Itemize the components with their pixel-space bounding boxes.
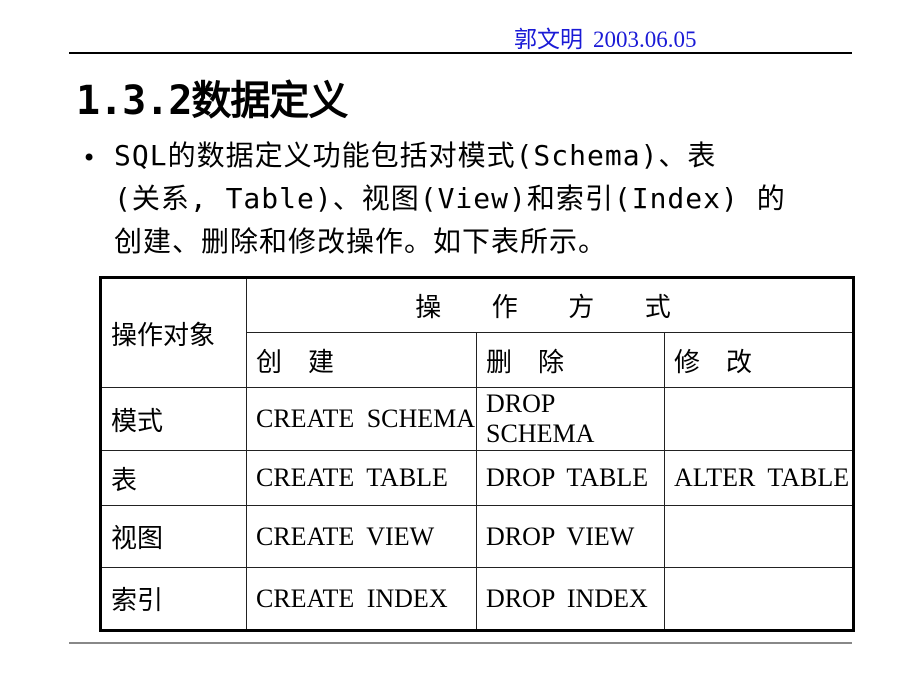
drop-header-cell: 删 除 [476, 332, 665, 388]
author-date-header: 郭文明 2003.06.05 [514, 20, 697, 54]
object-cell: 模式 [100, 387, 247, 451]
author-name: 郭文明 [514, 27, 583, 52]
table-row: 表 CREATE TABLE DROP TABLE ALTER TABLE [100, 450, 854, 506]
object-cell: 索引 [100, 567, 247, 631]
bullet-item: • SQL的数据定义功能包括对模式(Schema)、表 (关系, Table)、… [82, 134, 862, 263]
drop-cell: DROP TABLE [476, 450, 665, 506]
object-header-cell: 操作对象 [100, 277, 247, 388]
bullet-line-2: (关系, Table)、视图(View)和索引(Index) 的 [114, 182, 786, 215]
drop-cell: DROP INDEX [476, 567, 665, 631]
table-row: 视图 CREATE VIEW DROP VIEW [100, 505, 854, 568]
create-cell: CREATE INDEX [246, 567, 477, 631]
table-header-row: 操作对象 操 作 方 式 [100, 277, 854, 388]
bullet-icon: • [82, 144, 97, 172]
bullet-text: SQL的数据定义功能包括对模式(Schema)、表 (关系, Table)、视图… [114, 134, 862, 263]
slide-title: 1.3.2数据定义 [76, 78, 348, 124]
alter-cell [664, 505, 854, 568]
operations-table: 操作对象 操 作 方 式 创 建 删 除 修 改 模式 CREATE SCHEM… [99, 276, 855, 632]
create-cell: CREATE SCHEMA [246, 387, 477, 451]
header-divider [69, 52, 852, 54]
table-row: 模式 CREATE SCHEMA DROP SCHEMA [100, 387, 854, 451]
header-date: 2003.06.05 [593, 27, 697, 52]
alter-cell: ALTER TABLE [664, 450, 854, 506]
bullet-line-3: 创建、删除和修改操作。如下表所示。 [114, 225, 608, 258]
create-header-cell: 创 建 [246, 332, 477, 388]
drop-cell: DROP SCHEMA [476, 387, 665, 451]
alter-cell [664, 387, 854, 451]
bullet-line-1: SQL的数据定义功能包括对模式(Schema)、表 [114, 139, 717, 172]
ops-header-cell: 操 作 方 式 [246, 277, 854, 333]
footer-divider [69, 642, 852, 644]
alter-header-cell: 修 改 [664, 332, 854, 388]
create-cell: CREATE TABLE [246, 450, 477, 506]
alter-cell [664, 567, 854, 631]
object-cell: 表 [100, 450, 247, 506]
create-cell: CREATE VIEW [246, 505, 477, 568]
object-cell: 视图 [100, 505, 247, 568]
table-row: 索引 CREATE INDEX DROP INDEX [100, 567, 854, 631]
drop-cell: DROP VIEW [476, 505, 665, 568]
